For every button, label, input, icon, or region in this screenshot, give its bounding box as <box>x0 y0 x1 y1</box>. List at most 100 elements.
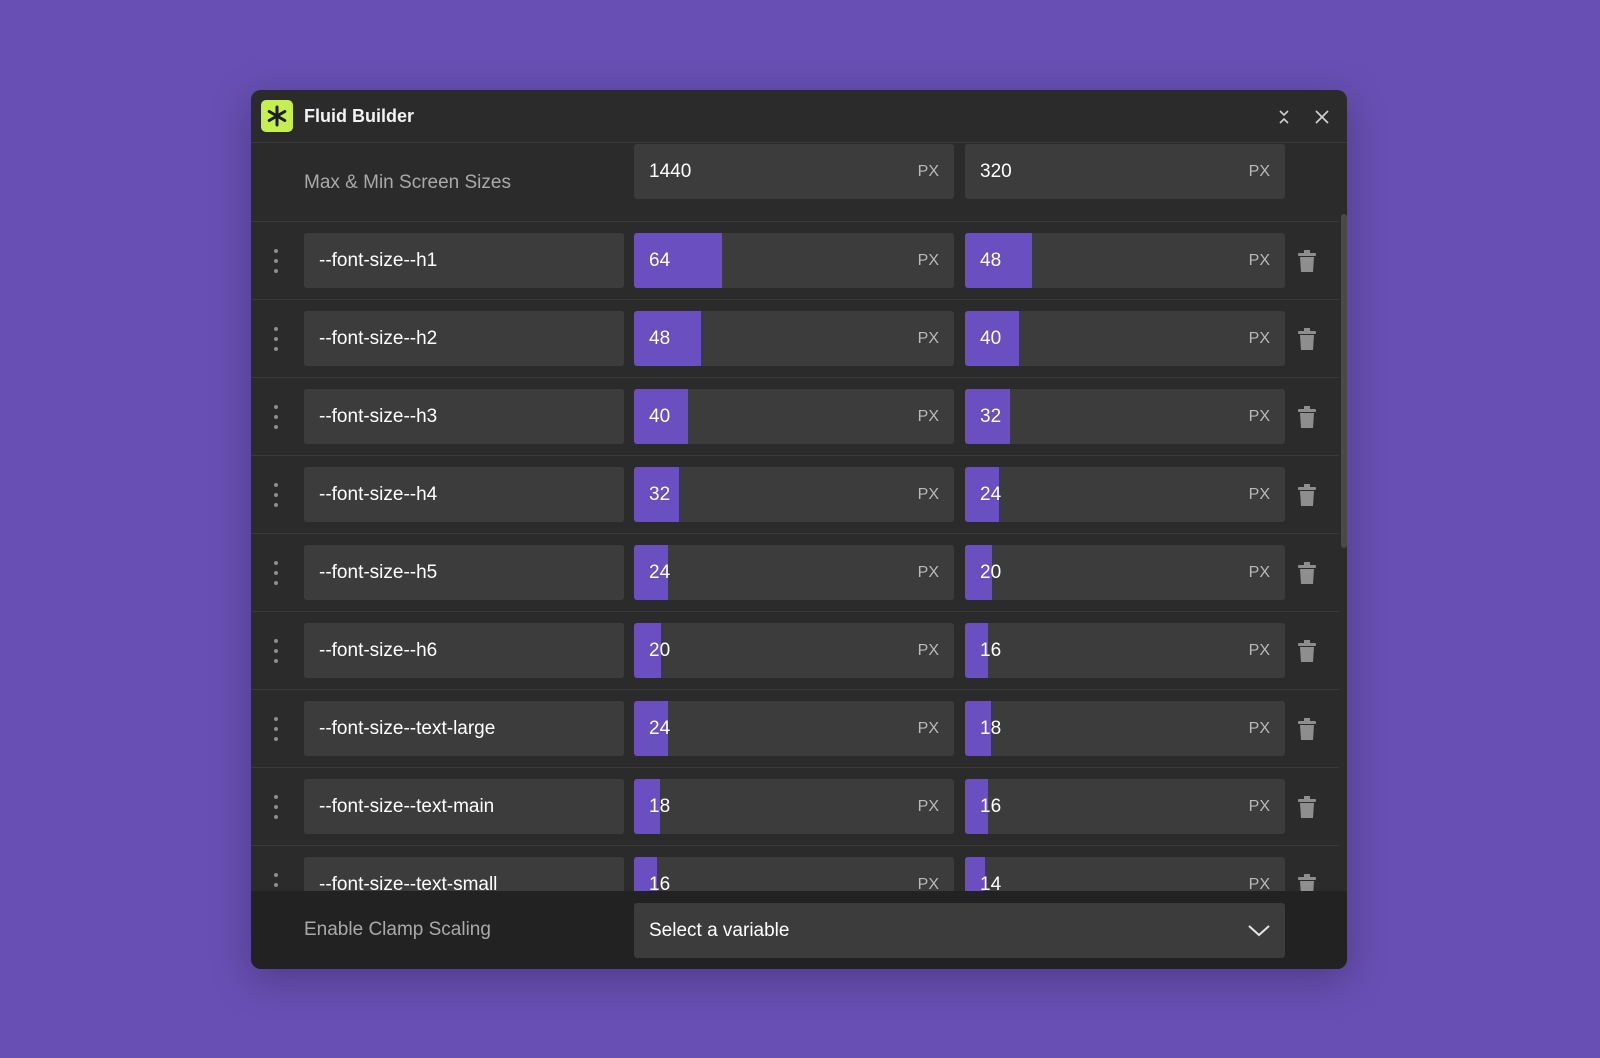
variable-select[interactable]: Select a variable <box>634 903 1285 958</box>
variable-name-input[interactable]: --font-size--h6 <box>304 623 624 678</box>
variable-row: --font-size--h2 48 PX 40 PX <box>251 299 1339 377</box>
drag-handle-icon[interactable] <box>269 558 283 588</box>
unit-label: PX <box>917 252 939 269</box>
variable-name-input[interactable]: --font-size--h2 <box>304 311 624 366</box>
max-size-value: 24 <box>649 718 671 739</box>
variables-scroll-area[interactable]: Max & Min Screen Sizes 1440 PX 320 PX --… <box>251 144 1339 969</box>
close-icon <box>1315 110 1329 124</box>
unit-label: PX <box>1248 642 1270 659</box>
chevron-down-icon <box>1248 925 1270 937</box>
max-size-input[interactable]: 24 PX <box>634 701 954 756</box>
max-size-value: 16 <box>649 874 671 895</box>
min-size-value: 32 <box>980 406 1002 427</box>
variable-row: --font-size--h1 64 PX 48 PX <box>251 221 1339 299</box>
min-size-input[interactable]: 24 PX <box>965 467 1285 522</box>
drag-handle-icon[interactable] <box>269 402 283 432</box>
max-size-input[interactable]: 48 PX <box>634 311 954 366</box>
drag-handle-icon[interactable] <box>269 792 283 822</box>
delete-button[interactable] <box>1295 482 1319 508</box>
trash-icon <box>1298 796 1316 818</box>
trash-icon <box>1298 484 1316 506</box>
min-size-input[interactable]: 48 PX <box>965 233 1285 288</box>
max-size-value: 32 <box>649 484 671 505</box>
unit-label: PX <box>1248 798 1270 815</box>
trash-icon <box>1298 406 1316 428</box>
min-screen-size-value: 320 <box>980 161 1012 182</box>
min-size-value: 16 <box>980 640 1002 661</box>
min-size-value: 20 <box>980 562 1002 583</box>
min-size-input[interactable]: 16 PX <box>965 623 1285 678</box>
min-size-input[interactable]: 40 PX <box>965 311 1285 366</box>
min-size-value: 40 <box>980 328 1002 349</box>
min-size-value: 16 <box>980 796 1002 817</box>
max-size-input[interactable]: 40 PX <box>634 389 954 444</box>
unit-label: PX <box>1248 252 1270 269</box>
trash-icon <box>1298 718 1316 740</box>
drag-handle-icon[interactable] <box>269 636 283 666</box>
min-size-value: 14 <box>980 874 1002 895</box>
asterisk-icon <box>261 100 293 132</box>
drag-handle-icon[interactable] <box>269 324 283 354</box>
variable-row: --font-size--h3 40 PX 32 PX <box>251 377 1339 455</box>
max-size-value: 18 <box>649 796 671 817</box>
unit-label: PX <box>1248 330 1270 347</box>
unit-label: PX <box>1248 720 1270 737</box>
unit-label: PX <box>917 330 939 347</box>
title-bar: Fluid Builder <box>251 90 1347 143</box>
delete-button[interactable] <box>1295 560 1319 586</box>
unit-label: PX <box>917 798 939 815</box>
delete-button[interactable] <box>1295 794 1319 820</box>
max-size-input[interactable]: 20 PX <box>634 623 954 678</box>
variable-row: --font-size--h4 32 PX 24 PX <box>251 455 1339 533</box>
clamp-scaling-label: Enable Clamp Scaling <box>304 919 491 940</box>
max-screen-size-input[interactable]: 1440 PX <box>634 144 954 199</box>
unit-label: PX <box>917 408 939 425</box>
min-size-input[interactable]: 18 PX <box>965 701 1285 756</box>
min-size-input[interactable]: 16 PX <box>965 779 1285 834</box>
unit-label: PX <box>1248 163 1270 180</box>
unit-label: PX <box>1248 486 1270 503</box>
variable-name-input[interactable]: --font-size--h3 <box>304 389 624 444</box>
unit-label: PX <box>1248 564 1270 581</box>
max-size-input[interactable]: 24 PX <box>634 545 954 600</box>
variable-name-input[interactable]: --font-size--text-large <box>304 701 624 756</box>
variable-row: --font-size--text-large 24 PX 18 PX <box>251 689 1339 767</box>
scrollbar-thumb[interactable] <box>1341 214 1347 548</box>
max-size-input[interactable]: 18 PX <box>634 779 954 834</box>
footer-bar: Enable Clamp Scaling Select a variable <box>251 891 1347 969</box>
trash-icon <box>1298 562 1316 584</box>
min-size-value: 24 <box>980 484 1002 505</box>
min-size-input[interactable]: 20 PX <box>965 545 1285 600</box>
min-size-value: 48 <box>980 250 1002 271</box>
unit-label: PX <box>917 564 939 581</box>
delete-button[interactable] <box>1295 326 1319 352</box>
drag-handle-icon[interactable] <box>269 480 283 510</box>
unit-label: PX <box>917 163 939 180</box>
delete-button[interactable] <box>1295 716 1319 742</box>
max-screen-size-value: 1440 <box>649 161 692 182</box>
variable-name-input[interactable]: --font-size--h5 <box>304 545 624 600</box>
min-size-input[interactable]: 32 PX <box>965 389 1285 444</box>
collapse-icon <box>1279 110 1289 124</box>
collapse-button[interactable] <box>1271 104 1297 130</box>
max-size-input[interactable]: 64 PX <box>634 233 954 288</box>
max-size-input[interactable]: 32 PX <box>634 467 954 522</box>
window-title: Fluid Builder <box>304 106 414 126</box>
variable-name-input[interactable]: --font-size--h1 <box>304 233 624 288</box>
delete-button[interactable] <box>1295 404 1319 430</box>
screen-sizes-label: Max & Min Screen Sizes <box>304 172 511 193</box>
variable-name-input[interactable]: --font-size--text-main <box>304 779 624 834</box>
max-size-value: 40 <box>649 406 671 427</box>
trash-icon <box>1298 640 1316 662</box>
close-button[interactable] <box>1309 104 1335 130</box>
drag-handle-icon[interactable] <box>269 714 283 744</box>
fluid-builder-window: Fluid Builder Max & Min Screen Sizes 144… <box>251 90 1347 969</box>
min-screen-size-input[interactable]: 320 PX <box>965 144 1285 199</box>
delete-button[interactable] <box>1295 248 1319 274</box>
variable-name-input[interactable]: --font-size--h4 <box>304 467 624 522</box>
max-size-value: 48 <box>649 328 671 349</box>
unit-label: PX <box>917 876 939 893</box>
delete-button[interactable] <box>1295 638 1319 664</box>
drag-handle-icon[interactable] <box>269 246 283 276</box>
unit-label: PX <box>1248 408 1270 425</box>
